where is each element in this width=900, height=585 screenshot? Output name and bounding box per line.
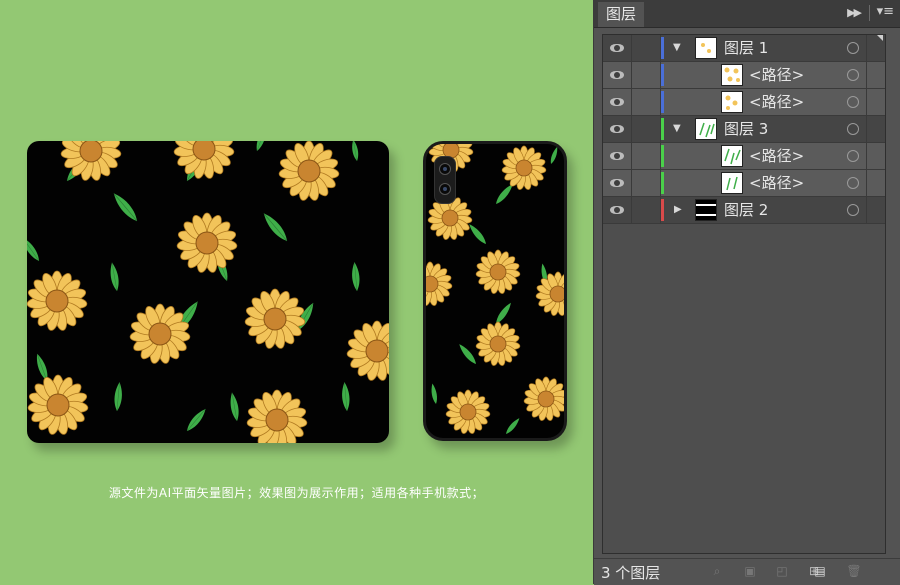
selection-column[interactable] xyxy=(866,35,885,61)
artboard-canvas: 源文件为AI平面矢量图片；效果图为展示作用；适用各种手机款式； xyxy=(0,0,593,584)
layer-list: ▼ 图层 1 <路径> <路径> ▼ 图层 3 <路径> <路径> ▶ 图层 2 xyxy=(602,34,886,554)
layer-color-bar xyxy=(661,37,664,59)
path-thumbnail xyxy=(721,172,743,194)
new-layer-icon[interactable]: ▤ xyxy=(812,564,828,578)
visibility-toggle[interactable] xyxy=(603,35,632,61)
sunflower-pattern-tablet xyxy=(27,141,389,443)
layer-name[interactable]: 图层 2 xyxy=(724,201,768,219)
selection-column[interactable] xyxy=(866,62,885,88)
layer-name[interactable]: 图层 1 xyxy=(724,39,768,57)
selection-column[interactable] xyxy=(866,197,885,223)
eye-icon xyxy=(610,71,624,79)
layer-thumbnail xyxy=(695,37,717,59)
lock-toggle[interactable] xyxy=(632,143,661,169)
tab-layers[interactable]: 图层 xyxy=(598,2,645,27)
layer-row-layer-3[interactable]: ▼ 图层 3 xyxy=(603,116,885,143)
eye-icon xyxy=(610,206,624,214)
search-icon[interactable]: ⌕ xyxy=(709,564,725,578)
double-chevron-right-icon[interactable]: ▶▶ xyxy=(847,6,862,19)
visibility-toggle[interactable] xyxy=(603,197,632,223)
tab-separator xyxy=(869,5,870,21)
layer-name[interactable]: <路径> xyxy=(749,174,804,192)
selection-column[interactable] xyxy=(866,89,885,115)
layer-color-bar xyxy=(661,118,664,140)
target-circle-icon[interactable] xyxy=(847,177,859,189)
target-circle-icon[interactable] xyxy=(847,96,859,108)
selection-column[interactable] xyxy=(866,143,885,169)
camera-lens-icon xyxy=(439,183,451,195)
path-thumbnail xyxy=(721,145,743,167)
lock-toggle[interactable] xyxy=(632,62,661,88)
thumbnail-flowers-icon xyxy=(724,67,740,82)
lock-toggle[interactable] xyxy=(632,35,661,61)
visibility-toggle[interactable] xyxy=(603,89,632,115)
target-circle-icon[interactable] xyxy=(847,69,859,81)
layer-row-layer-1[interactable]: ▼ 图层 1 xyxy=(603,35,885,62)
thumbnail-leaves-icon xyxy=(699,122,715,138)
panel-footer: 3 个图层 ⌕ ▣ ◰ ⊞ ▤ 🗑 xyxy=(594,558,900,585)
camera-lens-icon xyxy=(439,163,451,175)
layer-row-path[interactable]: <路径> xyxy=(603,89,885,116)
thumbnail-pattern-icon xyxy=(701,43,711,53)
thumbnail-leaves-icon xyxy=(724,148,741,165)
target-circle-icon[interactable] xyxy=(847,123,859,135)
twirl-down-icon[interactable]: ▼ xyxy=(673,123,681,134)
thumbnail-mockup-icon xyxy=(696,204,716,216)
selection-column[interactable] xyxy=(866,170,885,196)
phone-camera-module xyxy=(434,156,456,204)
selection-column[interactable] xyxy=(866,116,885,142)
eye-icon xyxy=(610,98,624,106)
lock-toggle[interactable] xyxy=(632,116,661,142)
layer-row-path[interactable]: <路径> xyxy=(603,62,885,89)
current-layer-corner-icon xyxy=(877,35,883,41)
layer-thumbnail xyxy=(695,199,717,221)
thumbnail-leaves-icon xyxy=(726,176,738,191)
eye-icon xyxy=(610,179,624,187)
layer-name[interactable]: <路径> xyxy=(749,147,804,165)
layer-color-bar xyxy=(661,145,664,167)
eye-icon xyxy=(610,44,624,52)
layer-color-bar xyxy=(661,91,664,113)
layer-color-bar xyxy=(661,172,664,194)
layer-name[interactable]: 图层 3 xyxy=(724,120,768,138)
export-icon[interactable]: ▣ xyxy=(742,564,758,578)
target-circle-icon[interactable] xyxy=(847,42,859,54)
visibility-toggle[interactable] xyxy=(603,116,632,142)
layer-row-path[interactable]: <路径> xyxy=(603,170,885,197)
target-circle-icon[interactable] xyxy=(847,204,859,216)
twirl-down-icon[interactable]: ▼ xyxy=(673,42,681,53)
twirl-right-icon[interactable]: ▶ xyxy=(674,204,682,215)
tablet-case-mockup xyxy=(27,141,389,443)
layer-thumbnail xyxy=(695,118,717,140)
layer-name[interactable]: <路径> xyxy=(749,93,804,111)
visibility-toggle[interactable] xyxy=(603,62,632,88)
clipping-mask-icon[interactable]: ◰ xyxy=(774,564,790,578)
layer-row-path[interactable]: <路径> xyxy=(603,143,885,170)
lock-toggle[interactable] xyxy=(632,197,661,223)
eye-icon xyxy=(610,152,624,160)
visibility-toggle[interactable] xyxy=(603,143,632,169)
layer-color-bar xyxy=(661,64,664,86)
layer-count: 3 个图层 xyxy=(601,564,661,582)
lock-toggle[interactable] xyxy=(632,89,661,115)
path-thumbnail xyxy=(721,64,743,86)
eye-icon xyxy=(610,125,624,133)
target-circle-icon[interactable] xyxy=(847,150,859,162)
path-thumbnail xyxy=(721,91,743,113)
thumbnail-flowers-icon xyxy=(725,95,738,110)
visibility-toggle[interactable] xyxy=(603,170,632,196)
layer-row-layer-2[interactable]: ▶ 图层 2 xyxy=(603,197,885,224)
layer-color-bar xyxy=(661,199,664,221)
delete-icon[interactable]: 🗑 xyxy=(846,564,862,578)
panel-menu-icon[interactable]: ▾≡ xyxy=(877,4,894,19)
layers-panel: 图层 ▶▶ ▾≡ ▼ 图层 1 <路径> <路径> ▼ 图层 3 <路径> <路… xyxy=(593,0,900,585)
layer-name[interactable]: <路径> xyxy=(749,66,804,84)
lock-toggle[interactable] xyxy=(632,170,661,196)
phone-case-mockup xyxy=(423,141,567,441)
panel-tab-bar: 图层 ▶▶ ▾≡ xyxy=(594,0,900,28)
description-caption: 源文件为AI平面矢量图片；效果图为展示作用；适用各种手机款式； xyxy=(108,486,485,500)
